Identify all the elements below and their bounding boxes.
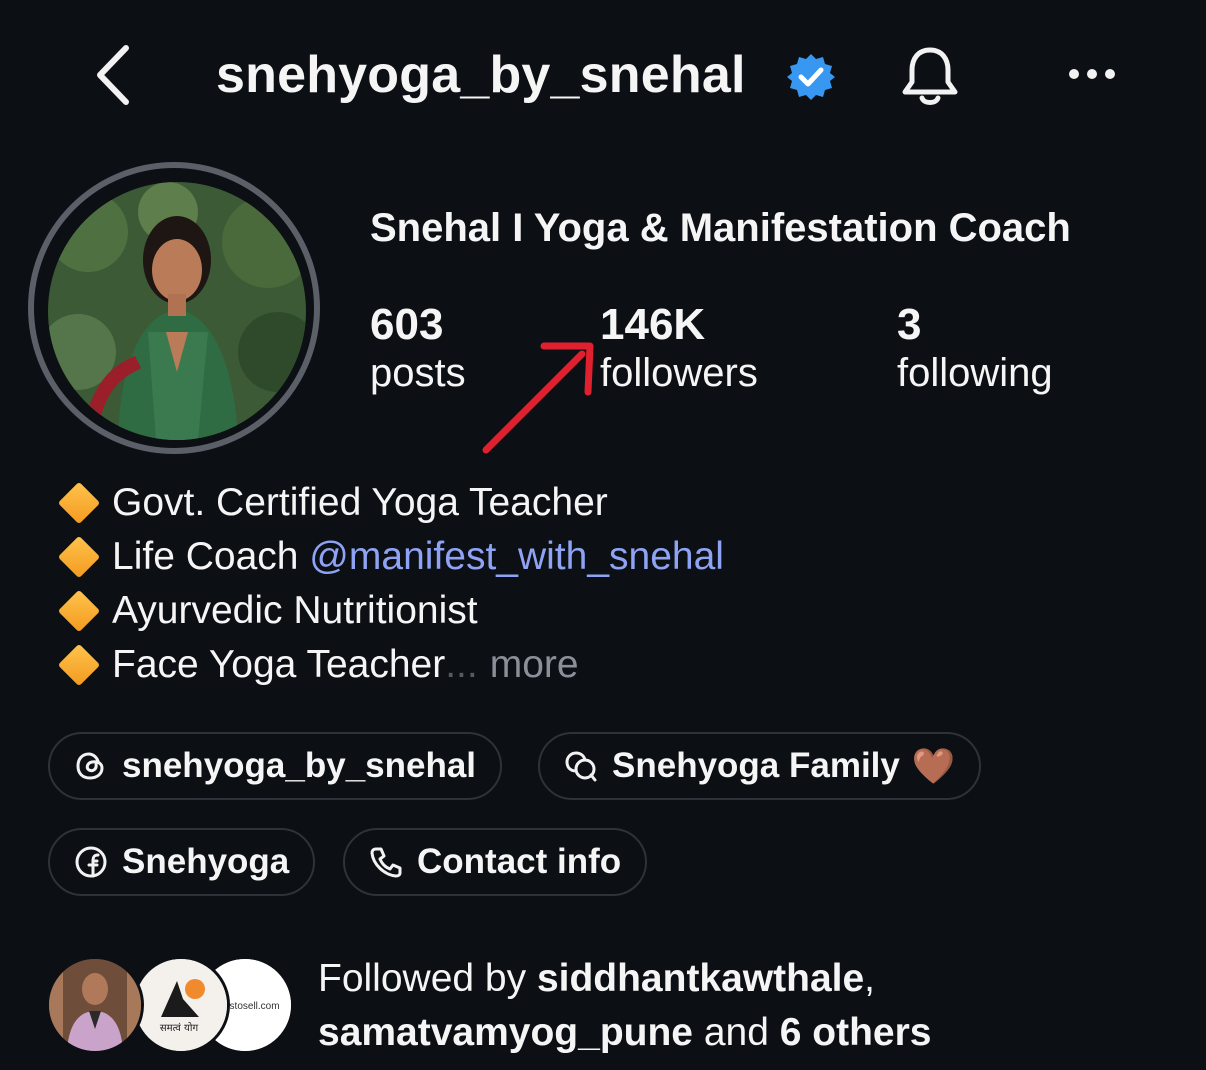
bio-line: Ayurvedic Nutritionist bbox=[52, 584, 724, 638]
follower-avatar-image bbox=[49, 959, 141, 1051]
followed-by-user: siddhantkawthale bbox=[536, 957, 865, 1000]
back-button[interactable] bbox=[92, 42, 142, 108]
profile-photo bbox=[48, 182, 306, 440]
bio-line: Life Coach @manifest_with_snehal bbox=[52, 530, 724, 584]
following-stat[interactable]: 3 following bbox=[897, 300, 1053, 396]
followers-count: 146K bbox=[600, 300, 706, 349]
bio-text: Face Yoga Teacher bbox=[112, 643, 446, 686]
profile-avatar[interactable] bbox=[48, 182, 306, 440]
more-options-button[interactable] bbox=[1066, 62, 1118, 86]
mention-link[interactable]: @manifest_with_snehal bbox=[309, 535, 724, 579]
followed-by-comma: , bbox=[864, 957, 876, 1000]
follower-avatar[interactable] bbox=[46, 956, 144, 1054]
followed-by-text[interactable]: Followed by siddhantkawthale, samatvamyo… bbox=[318, 952, 931, 1060]
profile-username: snehyoga_by_snehal bbox=[216, 46, 746, 104]
follower-avatar[interactable]: समत्वं योग bbox=[132, 956, 230, 1054]
contact-info-button[interactable]: Contact info bbox=[343, 828, 648, 896]
bio-text: Life Coach bbox=[112, 535, 310, 578]
followed-by-others: 6 others bbox=[779, 1011, 932, 1054]
followers-label: followers bbox=[600, 351, 758, 395]
facebook-link-button[interactable]: Snehyoga bbox=[48, 828, 316, 896]
follower-avatar-image: समत्वं योग bbox=[135, 959, 227, 1051]
bio-ellipsis: ... bbox=[445, 643, 478, 686]
followed-by-and: and bbox=[692, 1011, 780, 1054]
profile-bio: Govt. Certified Yoga Teacher Life Coach … bbox=[52, 476, 724, 692]
bio-line: Face Yoga Teacher ... more bbox=[52, 638, 724, 692]
threads-link-label: snehyoga_by_snehal bbox=[122, 746, 477, 785]
orange-diamond-icon bbox=[57, 481, 101, 525]
bell-icon bbox=[902, 47, 958, 105]
followers-stat[interactable]: 146K followers bbox=[600, 300, 758, 396]
bio-text: Govt. Certified Yoga Teacher bbox=[112, 481, 608, 524]
bio-text: Ayurvedic Nutritionist bbox=[112, 589, 478, 632]
posts-count: 603 bbox=[370, 300, 444, 349]
brown-heart-icon: 🤎 bbox=[911, 746, 956, 786]
facebook-icon bbox=[75, 846, 107, 878]
orange-diamond-icon bbox=[57, 535, 101, 579]
facebook-link-label: Snehyoga bbox=[122, 842, 290, 881]
orange-diamond-icon bbox=[57, 589, 101, 633]
bio-line: Govt. Certified Yoga Teacher bbox=[52, 476, 724, 530]
channel-link-button[interactable]: Snehyoga Family 🤎 bbox=[538, 732, 982, 800]
followed-by-user: samatvamyog_pune bbox=[318, 1011, 693, 1054]
threads-link-button[interactable]: snehyoga_by_snehal bbox=[48, 732, 503, 800]
annotation-arrow-icon bbox=[482, 342, 594, 454]
chevron-left-icon bbox=[97, 45, 129, 105]
orange-diamond-icon bbox=[57, 643, 101, 687]
following-count: 3 bbox=[897, 300, 922, 349]
posts-stat[interactable]: 603 posts bbox=[370, 300, 466, 396]
following-label: following bbox=[897, 351, 1053, 395]
bio-more-link[interactable]: more bbox=[490, 643, 579, 687]
contact-info-label: Contact info bbox=[417, 842, 622, 881]
followed-by-prefix: Followed by bbox=[318, 957, 537, 1000]
threads-icon bbox=[76, 752, 104, 780]
channel-link-label: Snehyoga Family bbox=[612, 746, 900, 785]
posts-label: posts bbox=[370, 351, 466, 395]
notifications-button[interactable] bbox=[896, 42, 964, 110]
chat-bubbles-icon bbox=[565, 751, 597, 782]
more-dots-icon bbox=[1069, 69, 1115, 79]
phone-icon bbox=[370, 847, 402, 878]
verified-badge-icon bbox=[786, 52, 836, 102]
display-name: Snehal I Yoga & Manifestation Coach bbox=[370, 206, 1071, 250]
follower-avatar-text: समत्वं योग bbox=[160, 1022, 199, 1034]
